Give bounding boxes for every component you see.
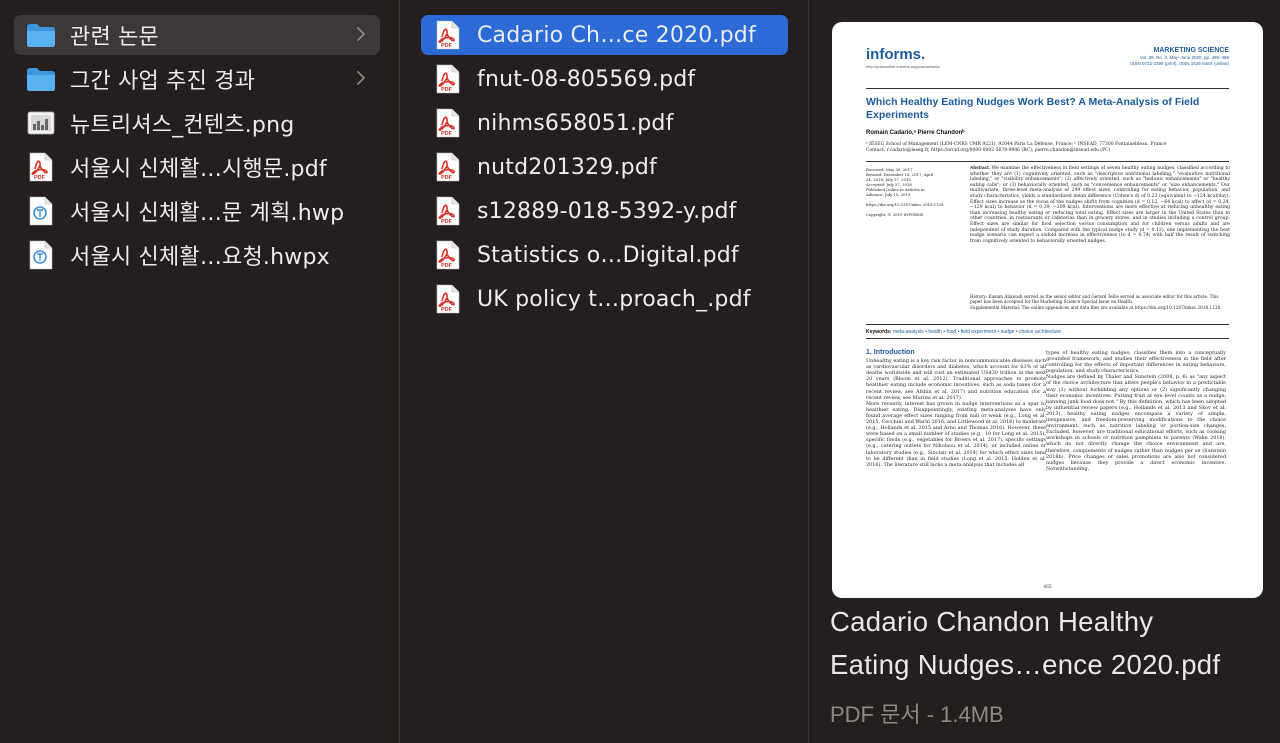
file-name-label: nihms658051.pdf <box>477 110 674 136</box>
preview-pane: informs. http://pubsonline.informs.org/j… <box>810 0 1280 743</box>
file-name-label: 서울시 신체활…요청.hwpx <box>70 245 330 270</box>
pdf-file-icon: PDF <box>433 240 463 270</box>
file-name-label: fnut-08-805569.pdf <box>477 66 696 92</box>
file-name-label: UK policy t…proach_.pdf <box>477 286 751 312</box>
file-name-label: 서울시 신체활…시행문.pdf <box>70 157 327 182</box>
svg-text:PDF: PDF <box>441 307 453 313</box>
file-name-label: Statistics o…Digital.pdf <box>477 242 739 268</box>
svg-text:PDF: PDF <box>441 131 453 137</box>
file-row[interactable]: PDF Statistics o…Digital.pdf <box>421 235 788 275</box>
file-row[interactable]: PDF Cadario Ch…ce 2020.pdf <box>421 15 788 55</box>
browser-column-2: PDF Cadario Ch…ce 2020.pdf PDF fnut-08-8055… <box>401 0 809 743</box>
image-file-icon <box>26 108 56 138</box>
page-number: 465 <box>1043 585 1052 590</box>
pdf-file-icon: PDF <box>433 284 463 314</box>
chevron-right-icon <box>354 68 368 88</box>
pdf-file-icon: PDF <box>433 152 463 182</box>
svg-text:PDF: PDF <box>441 87 453 93</box>
file-name-label: Cadario Ch…ce 2020.pdf <box>477 22 756 48</box>
svg-text:PDF: PDF <box>441 43 453 49</box>
browser-column-1: 관련 논문그간 사업 추진 경과뉴트리셔스_컨텐츠.png PDF 서울시 신체활…… <box>0 0 400 743</box>
file-row[interactable]: PDF nihms658051.pdf <box>421 103 788 143</box>
journal-header: MARKETING SCIENCE Vol. 39, No. 3, May–Ju… <box>1130 47 1229 66</box>
affiliation-rule <box>866 161 1229 162</box>
keywords-rule <box>866 324 1229 325</box>
preview-file-kind: PDF 문서 - 1.4MB <box>830 702 1004 727</box>
file-name-label: 그간 사업 추진 경과 <box>70 69 256 94</box>
body-rule <box>866 338 1229 339</box>
pdf-file-icon: PDF <box>433 20 463 50</box>
chevron-right-icon <box>354 24 368 44</box>
svg-text:PDF: PDF <box>441 219 453 225</box>
paper-history: History: Kusum Ailawadi served as the se… <box>970 294 1222 310</box>
file-name-label: 관련 논문 <box>70 25 159 50</box>
file-row[interactable]: PDF s12889-018-5392-y.pdf <box>421 191 788 231</box>
file-name-label: 서울시 신체활…문 계획.hwp <box>70 201 345 226</box>
file-row[interactable]: 서울시 신체활…요청.hwpx <box>14 235 380 275</box>
file-row[interactable]: PDF nutd201329.pdf <box>421 147 788 187</box>
folder-icon <box>26 64 56 94</box>
file-row[interactable]: PDF UK policy t…proach_.pdf <box>421 279 788 319</box>
svg-text:PDF: PDF <box>441 263 453 269</box>
pdf-file-icon: PDF <box>433 108 463 138</box>
header-rule <box>866 88 1229 89</box>
pdf-file-icon: PDF <box>26 152 56 182</box>
svg-text:PDF: PDF <box>34 175 46 181</box>
paper-body-right: types of healthy eating nudges; classifi… <box>1046 350 1226 472</box>
paper-keywords: Keywords: meta-analysis • health • food … <box>866 329 1061 335</box>
file-name-label: nutd201329.pdf <box>477 154 657 180</box>
file-row[interactable]: PDF fnut-08-805569.pdf <box>421 59 788 99</box>
paper-authors: Romain Cadario,ᵃ Pierre Chandonᵇ <box>866 130 965 136</box>
file-name-label: s12889-018-5392-y.pdf <box>477 198 737 224</box>
paper-title: Which Healthy Eating Nudges Work Best? A… <box>866 96 1200 121</box>
pdf-file-icon: PDF <box>433 64 463 94</box>
informs-logo: informs. http://pubsonline.informs.org/j… <box>866 46 941 69</box>
paper-abstract: Abstract. We examine the effectiveness i… <box>970 165 1230 244</box>
pdf-file-icon: PDF <box>433 196 463 226</box>
paper-affiliation: ᵃ IÉSEG School of Management (LEM-CNRS U… <box>866 142 1167 153</box>
file-row[interactable]: PDF 서울시 신체활…시행문.pdf <box>14 147 380 187</box>
document-thumbnail[interactable]: informs. http://pubsonline.informs.org/j… <box>832 22 1263 598</box>
section-heading: 1. Introduction <box>866 349 915 356</box>
folder-row[interactable]: 그간 사업 추진 경과 <box>14 59 380 99</box>
hwp-file-icon <box>26 196 56 226</box>
paper-body-left: 1. Introduction Unhealthy eating is a ke… <box>866 349 1046 468</box>
svg-text:PDF: PDF <box>441 175 453 181</box>
folder-row[interactable]: 관련 논문 <box>14 15 380 55</box>
folder-icon <box>26 20 56 50</box>
paper-meta: Received: May 30, 2017 Revised: December… <box>866 167 944 217</box>
file-row[interactable]: 뉴트리셔스_컨텐츠.png <box>14 103 380 143</box>
file-name-label: 뉴트리셔스_컨텐츠.png <box>70 113 295 138</box>
file-row[interactable]: 서울시 신체활…문 계획.hwp <box>14 191 380 231</box>
preview-file-name: Cadario Chandon Healthy Eating Nudges…en… <box>830 606 1221 680</box>
hwp-file-icon <box>26 240 56 270</box>
